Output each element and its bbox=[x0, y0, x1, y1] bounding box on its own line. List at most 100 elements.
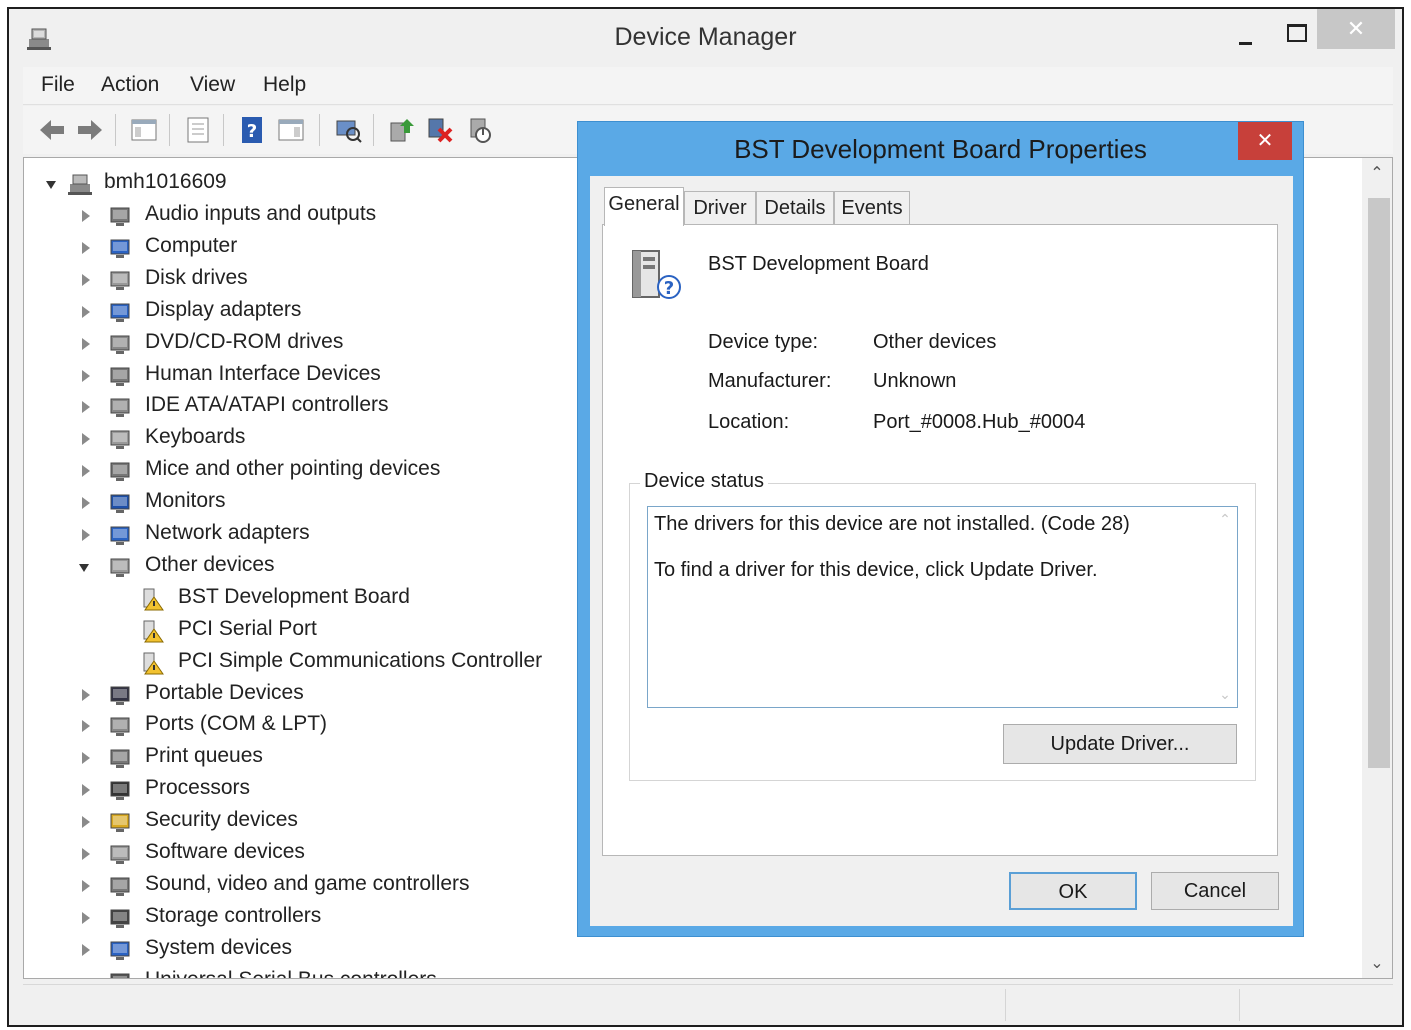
collapse-arrow-icon[interactable] bbox=[46, 181, 56, 189]
tree-item-label: Disk drives bbox=[145, 265, 248, 289]
expand-arrow-icon[interactable] bbox=[82, 369, 90, 382]
status-scrollbar[interactable]: ⌃ ⌄ bbox=[1215, 511, 1235, 703]
scrollbar-thumb[interactable] bbox=[1368, 198, 1390, 768]
device-status-legend: Device status bbox=[640, 470, 769, 493]
toolbar-separator bbox=[169, 114, 170, 146]
menu-file[interactable]: File bbox=[41, 73, 75, 97]
close-button[interactable]: ✕ bbox=[1317, 9, 1395, 49]
vertical-scrollbar[interactable]: ⌃ ⌄ bbox=[1362, 158, 1392, 978]
uninstall-device-icon[interactable] bbox=[425, 115, 455, 145]
expand-arrow-icon[interactable] bbox=[82, 688, 90, 701]
dvd-drive-icon bbox=[110, 335, 130, 354]
toolbar-separator bbox=[115, 114, 116, 146]
expand-arrow-icon[interactable] bbox=[82, 784, 90, 797]
expand-arrow-icon[interactable] bbox=[82, 465, 90, 478]
expand-arrow-icon[interactable] bbox=[82, 752, 90, 765]
dialog-title: BST Development Board Properties bbox=[734, 134, 1147, 164]
warning-device-icon bbox=[143, 588, 164, 611]
title-bar[interactable]: Device Manager ✕ bbox=[9, 9, 1402, 67]
computer-icon bbox=[110, 239, 130, 258]
computer-icon bbox=[110, 941, 130, 960]
menu-action[interactable]: Action bbox=[101, 73, 159, 97]
tab-events[interactable]: Events bbox=[834, 191, 910, 225]
tree-item-label: Network adapters bbox=[145, 521, 310, 544]
cancel-button[interactable]: Cancel bbox=[1151, 872, 1279, 910]
dialog-close-button[interactable]: ✕ bbox=[1238, 122, 1292, 160]
tree-item-label: Mice and other pointing devices bbox=[145, 457, 441, 481]
scroll-down-icon[interactable]: ⌄ bbox=[1215, 686, 1235, 703]
port-icon bbox=[110, 717, 130, 737]
ok-button[interactable]: OK bbox=[1009, 872, 1137, 910]
device-status-textbox[interactable]: The drivers for this device are not inst… bbox=[647, 506, 1238, 708]
svg-text:?: ? bbox=[247, 121, 257, 142]
menu-view[interactable]: View bbox=[190, 73, 235, 97]
unknown-device-icon bbox=[110, 558, 130, 577]
monitor-icon bbox=[110, 494, 130, 514]
properties-icon[interactable] bbox=[183, 115, 213, 145]
menu-help[interactable]: Help bbox=[263, 73, 306, 97]
expand-arrow-icon[interactable] bbox=[82, 911, 90, 924]
expand-arrow-icon[interactable] bbox=[82, 210, 90, 222]
expand-arrow-icon[interactable] bbox=[82, 848, 90, 860]
collapse-arrow-icon[interactable] bbox=[79, 563, 89, 572]
expand-arrow-icon[interactable] bbox=[82, 273, 90, 286]
scan-hardware-icon[interactable] bbox=[333, 115, 363, 145]
toolbar-separator bbox=[223, 114, 224, 146]
minimize-button[interactable] bbox=[1231, 19, 1261, 49]
manufacturer-label: Manufacturer: bbox=[708, 370, 832, 392]
scroll-up-icon[interactable]: ⌃ bbox=[1215, 511, 1235, 528]
tree-item-label: Universal Serial Bus controllers bbox=[145, 968, 437, 978]
device-type-label: Device type: bbox=[708, 331, 819, 353]
expand-arrow-icon[interactable] bbox=[82, 720, 90, 733]
show-hide-console-tree-icon[interactable] bbox=[129, 115, 159, 145]
maximize-button[interactable] bbox=[1279, 17, 1309, 47]
tab-general[interactable]: General bbox=[604, 187, 684, 226]
tree-item-label: Monitors bbox=[145, 489, 226, 513]
update-driver-button[interactable]: Update Driver... bbox=[1003, 724, 1237, 764]
tree-item-label: DVD/CD-ROM drives bbox=[145, 329, 344, 353]
speaker-icon bbox=[110, 877, 130, 896]
forward-arrow-icon[interactable] bbox=[75, 115, 105, 145]
tree-item-label: Storage controllers bbox=[145, 903, 322, 927]
portable-device-icon bbox=[110, 686, 130, 705]
action-pane-icon[interactable] bbox=[276, 115, 306, 145]
device-status-group: Device status The drivers for this devic… bbox=[629, 470, 1256, 781]
back-arrow-icon[interactable] bbox=[37, 115, 67, 145]
update-driver-icon[interactable] bbox=[387, 115, 417, 145]
tab-driver[interactable]: Driver bbox=[684, 191, 756, 225]
properties-dialog: BST Development Board Properties ✕ Gener… bbox=[577, 121, 1304, 937]
mouse-icon bbox=[110, 462, 130, 482]
storage-controller-icon bbox=[110, 909, 130, 928]
expand-arrow-icon[interactable] bbox=[82, 879, 90, 892]
help-icon[interactable]: ? bbox=[238, 115, 268, 145]
window-title: Device Manager bbox=[614, 23, 797, 51]
expand-arrow-icon[interactable] bbox=[82, 816, 90, 829]
expand-arrow-icon[interactable] bbox=[82, 529, 90, 541]
tree-item-label: Keyboards bbox=[145, 425, 246, 449]
location-value: Port_#0008.Hub_#0004 bbox=[873, 411, 1086, 433]
expand-arrow-icon[interactable] bbox=[82, 337, 90, 350]
display-adapter-icon bbox=[110, 303, 130, 322]
status-message: The drivers for this device are not inst… bbox=[654, 513, 1130, 535]
expand-arrow-icon[interactable] bbox=[82, 497, 90, 510]
tree-item-label: Audio inputs and outputs bbox=[145, 202, 377, 225]
location-label: Location: bbox=[708, 411, 790, 433]
expand-arrow-icon[interactable] bbox=[82, 305, 90, 318]
device-name: BST Development Board bbox=[708, 253, 929, 275]
expand-arrow-icon[interactable] bbox=[82, 241, 90, 254]
computer-icon bbox=[68, 174, 92, 195]
hid-icon bbox=[110, 367, 130, 386]
menu-bar: File Action View Help bbox=[23, 67, 1393, 105]
ide-controller-icon bbox=[110, 398, 130, 418]
key-icon bbox=[110, 813, 130, 833]
tree-item-label: Processors bbox=[145, 776, 251, 800]
warning-device-icon bbox=[143, 620, 164, 643]
expand-arrow-icon[interactable] bbox=[82, 401, 90, 414]
disable-device-icon[interactable] bbox=[463, 115, 493, 145]
expand-arrow-icon[interactable] bbox=[82, 433, 90, 446]
tab-details[interactable]: Details bbox=[756, 191, 834, 225]
scroll-up-icon[interactable]: ⌃ bbox=[1362, 160, 1392, 188]
expand-arrow-icon[interactable] bbox=[82, 943, 90, 956]
general-tab-page: ? BST Development Board Device type: Oth… bbox=[602, 224, 1278, 856]
scroll-down-icon[interactable]: ⌄ bbox=[1362, 950, 1392, 978]
